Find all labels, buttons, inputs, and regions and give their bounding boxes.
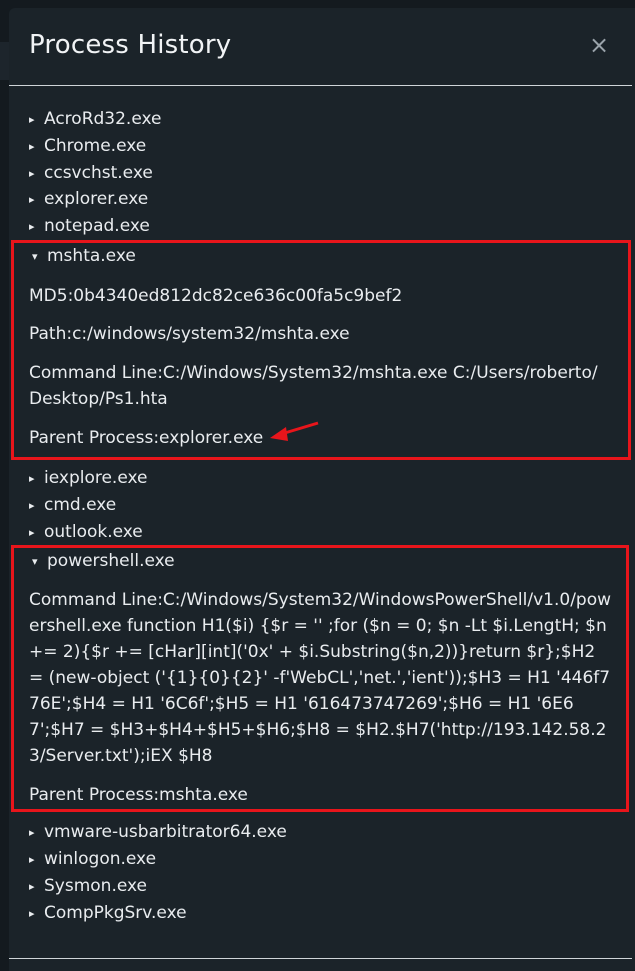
process-item-mshta[interactable]: ▾ mshta.exe	[29, 243, 628, 270]
process-name: vmware-usbarbitrator64.exe	[44, 822, 287, 843]
caret-right-icon: ▸	[29, 139, 35, 153]
modal-header: Process History ×	[9, 8, 632, 86]
powershell-command-line: Command Line:C:/Windows/System32/Windows…	[29, 590, 612, 767]
powershell-highlight-box: ▾ powershell.exe Command Line:C:/Windows/…	[11, 545, 629, 813]
close-icon[interactable]: ×	[588, 33, 610, 57]
modal-footer-divider	[9, 958, 632, 959]
caret-right-icon: ▸	[29, 220, 35, 234]
process-name: Chrome.exe	[44, 135, 147, 156]
process-item-chrome[interactable]: ▸ Chrome.exe	[9, 133, 635, 160]
process-item-acrord32[interactable]: ▸ AcroRd32.exe	[9, 106, 635, 133]
mshta-parent-process: Parent Process:explorer.exe	[29, 427, 264, 448]
process-item-comppkgsrv[interactable]: ▸ CompPkgSrv.exe	[9, 900, 635, 927]
process-name: notepad.exe	[44, 216, 150, 237]
process-name: CompPkgSrv.exe	[44, 902, 187, 923]
caret-right-icon: ▸	[29, 193, 35, 207]
process-item-ccsvchst[interactable]: ▸ ccsvchst.exe	[9, 160, 635, 187]
process-name: powershell.exe	[47, 551, 175, 572]
process-item-outlook[interactable]: ▸ outlook.exe	[9, 519, 635, 546]
process-name: mshta.exe	[47, 245, 136, 266]
process-item-winlogon[interactable]: ▸ winlogon.exe	[9, 846, 635, 873]
process-name: explorer.exe	[44, 189, 149, 210]
process-name: Sysmon.exe	[44, 875, 148, 896]
process-name: AcroRd32.exe	[44, 109, 162, 129]
mshta-command-line: Command Line:C:/Windows/System32/mshta.e…	[29, 362, 598, 409]
mshta-md5: MD5:0b4340ed812dc82ce636c00fa5c9bef2	[29, 285, 403, 306]
process-name: iexplore.exe	[44, 467, 148, 488]
mshta-highlight-box: ▾ mshta.exe MD5:0b4340ed812dc82ce636c00fa…	[11, 239, 631, 460]
caret-right-icon: ▸	[29, 879, 35, 893]
process-item-explorer[interactable]: ▸ explorer.exe	[9, 186, 635, 213]
process-name: winlogon.exe	[44, 849, 157, 870]
caret-right-icon: ▸	[29, 166, 35, 180]
arrow-icon	[270, 421, 319, 441]
powershell-parent-process: Parent Process:mshta.exe	[29, 785, 248, 806]
caret-down-icon: ▾	[32, 249, 38, 263]
process-history-modal: Process History × ▸ AcroRd32.exe ▸ Chrome.…	[9, 8, 635, 971]
process-name: outlook.exe	[44, 521, 143, 542]
caret-down-icon: ▾	[32, 555, 38, 569]
caret-right-icon: ▸	[29, 826, 35, 840]
mshta-path: Path:c:/windows/system32/mshta.exe	[29, 323, 350, 344]
process-item-vmware-usbarbitrator64[interactable]: ▸ vmware-usbarbitrator64.exe	[9, 819, 635, 846]
process-item-iexplore[interactable]: ▸ iexplore.exe	[9, 465, 635, 492]
caret-right-icon: ▸	[29, 525, 35, 539]
process-item-powershell[interactable]: ▾ powershell.exe	[29, 548, 626, 575]
process-name: cmd.exe	[44, 494, 117, 515]
caret-right-icon: ▸	[29, 906, 35, 920]
process-item-notepad[interactable]: ▸ notepad.exe	[9, 213, 635, 240]
process-name: ccsvchst.exe	[44, 162, 153, 183]
caret-right-icon: ▸	[29, 471, 35, 485]
process-item-sysmon[interactable]: ▸ Sysmon.exe	[9, 873, 635, 900]
modal-title: Process History	[29, 30, 232, 60]
caret-right-icon: ▸	[29, 853, 35, 867]
caret-right-icon: ▸	[29, 113, 35, 126]
caret-right-icon: ▸	[29, 498, 35, 512]
process-list: ▸ AcroRd32.exe ▸ Chrome.exe ▸ ccsvchst.exe …	[9, 106, 635, 927]
process-item-cmd[interactable]: ▸ cmd.exe	[9, 492, 635, 519]
